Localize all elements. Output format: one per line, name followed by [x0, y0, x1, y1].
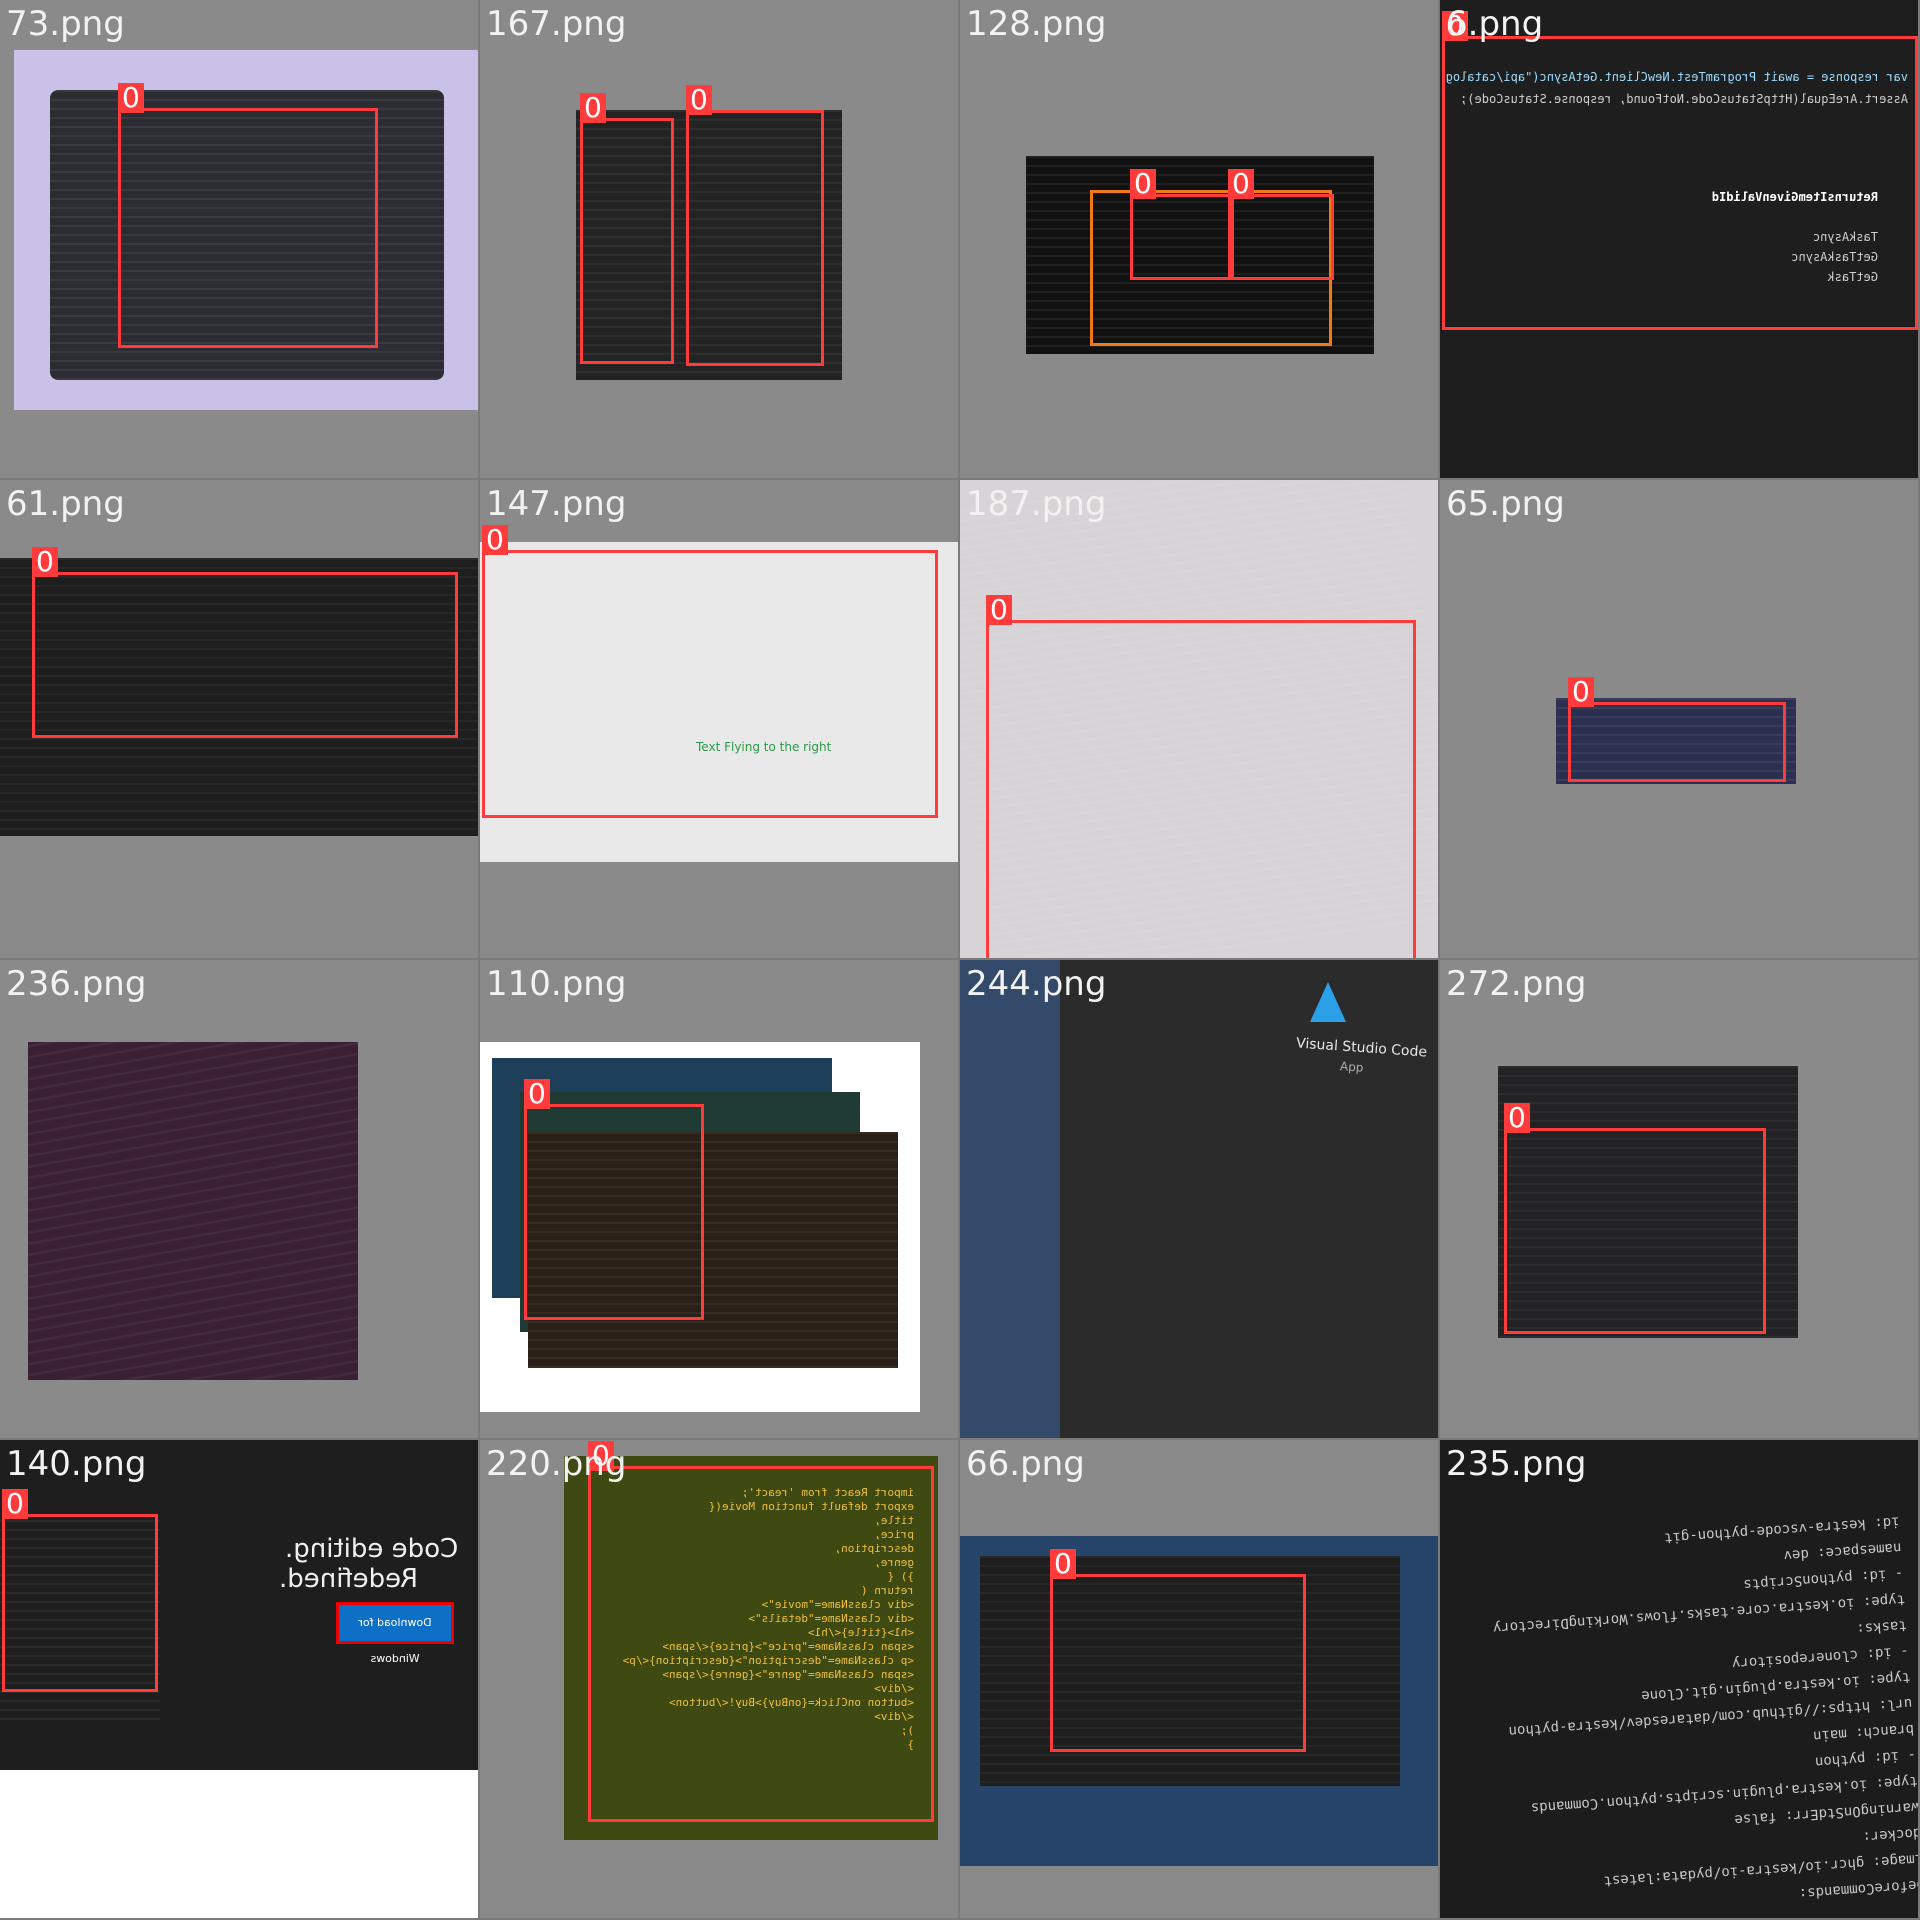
tile-label: 272.png — [1446, 964, 1587, 1004]
box-tag: 0 — [482, 525, 508, 555]
detection-box: 0 — [32, 547, 458, 738]
desktop-area — [960, 960, 1060, 1438]
tile-label: 61.png — [6, 484, 125, 524]
tile-236: 236.png — [0, 960, 478, 1438]
tile-label: 140.png — [6, 1444, 147, 1484]
tile-73: 73.png 0 — [0, 0, 478, 478]
box-tag: 0 — [1050, 1549, 1076, 1579]
tile-167: 167.png 0 0 — [480, 0, 958, 478]
detection-box: 0 — [1228, 169, 1334, 280]
tile-272: 272.png 0 — [1440, 960, 1918, 1438]
box-tag: 0 — [118, 83, 144, 113]
tile-label: 147.png — [486, 484, 627, 524]
box-tag: 0 — [32, 547, 58, 577]
tile-147: 147.png Text Flying to the right 0 — [480, 480, 958, 958]
detection-box: 0 — [686, 85, 824, 366]
tile-label: 66.png — [966, 1444, 1085, 1484]
detection-box: 0 — [1130, 169, 1234, 280]
box-tag: 0 — [1228, 169, 1254, 199]
tile-244: 244.png Visual Studio Code App — [960, 960, 1438, 1438]
detection-box: 0 — [1050, 1549, 1306, 1752]
tile-66: 66.png 0 — [960, 1440, 1438, 1918]
tile-label: 236.png — [6, 964, 147, 1004]
detection-box: 0 — [1568, 677, 1786, 782]
detection-box: 0 — [588, 1441, 934, 1822]
box-tag: 0 — [2, 1489, 28, 1519]
detection-box: 0 — [118, 83, 378, 348]
box-tag: 0 — [1568, 677, 1594, 707]
tile-label: 235.png — [1446, 1444, 1587, 1484]
headline-line-2: Redefined. — [278, 1564, 418, 1594]
detection-box: 0 — [1442, 11, 1918, 330]
screenshot: Visual Studio Code App — [960, 960, 1438, 1438]
box-tag: 0 — [1130, 169, 1156, 199]
tile-65: 65.png 0 — [1440, 480, 1918, 958]
tile-110: 110.png 0 — [480, 960, 958, 1438]
tile-label: 6.png — [1446, 4, 1544, 44]
tile-187: 187.png 0 — [960, 480, 1438, 958]
tile-label: 110.png — [486, 964, 627, 1004]
tile-140: 140.png Code editing. Redefined. Downloa… — [0, 1440, 478, 1918]
box-tag: 0 — [686, 85, 712, 115]
tile-label: 128.png — [966, 4, 1107, 44]
tile-128: 128.png 0 0 — [960, 0, 1438, 478]
tile-label: 73.png — [6, 4, 125, 44]
tile-label: 244.png — [966, 964, 1107, 1004]
detection-box: 0 — [1504, 1103, 1766, 1334]
detection-box: 0 — [524, 1079, 704, 1320]
box-tag: 0 — [1504, 1103, 1530, 1133]
screenshot — [28, 1042, 358, 1380]
detection-box: 0 — [986, 595, 1416, 958]
detection-box: 0 — [482, 525, 938, 818]
tile-label: 167.png — [486, 4, 627, 44]
box-tag: 0 — [580, 93, 606, 123]
tile-220: 220.png import React from 'react'; export… — [480, 1440, 958, 1918]
detection-box: 0 — [580, 93, 674, 364]
image-grid: 73.png 0 167.png 0 0 128.png 0 0 6.png v… — [0, 0, 1920, 1920]
tile-label: 220.png — [486, 1444, 627, 1484]
detection-box: 0 — [2, 1489, 158, 1692]
vscode-logo-icon — [1310, 982, 1346, 1022]
box-tag: 0 — [524, 1079, 550, 1109]
app-subtitle: App — [1339, 1059, 1364, 1075]
tile-label: 187.png — [966, 484, 1107, 524]
box-tag: 0 — [986, 595, 1012, 625]
headline-line-1: Code editing. — [284, 1534, 458, 1564]
tile-235: 235.png beforeCommands: image: ghcr.io/ke… — [1440, 1440, 1918, 1918]
tile-label: 65.png — [1446, 484, 1565, 524]
app-title: Visual Studio Code — [1295, 1035, 1428, 1061]
code-block: beforeCommands: image: ghcr.io/kestra-io/… — [1440, 1440, 1918, 1918]
tile-61: 61.png 0 — [0, 480, 478, 958]
download-button[interactable]: Download for Windows — [336, 1602, 454, 1665]
tile-6: 6.png var response = await ProgramTest.N… — [1440, 0, 1918, 478]
